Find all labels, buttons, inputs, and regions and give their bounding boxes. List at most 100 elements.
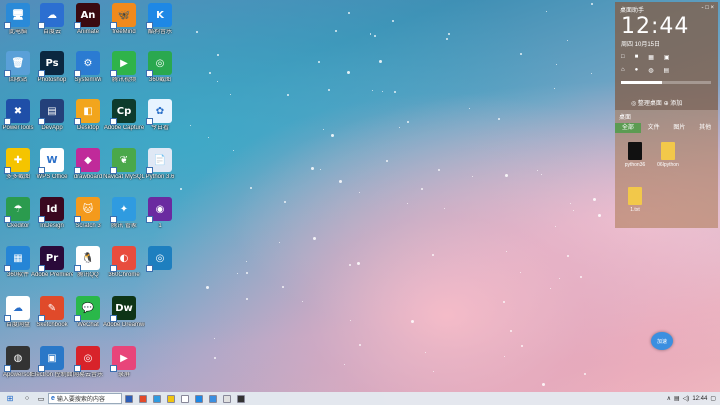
star-dot (448, 33, 451, 36)
desktop-shortcut[interactable]: Ps Photoshop (34, 51, 70, 84)
file-filter-tab[interactable]: 文件 (641, 123, 667, 133)
star-dot (378, 60, 382, 64)
star-dot (236, 272, 238, 274)
desktop-shortcut[interactable]: ◐ 360Chrome (106, 246, 142, 279)
star-dot (502, 301, 505, 304)
star-dot (569, 203, 571, 205)
task-view-icon[interactable]: ▭ (34, 392, 48, 405)
desktop-shortcut[interactable]: ⚙ SystemWi (70, 51, 106, 84)
desktop-shortcut[interactable]: ✎ Sketchbook (34, 296, 70, 329)
desktop-shortcut[interactable]: W WPS Office (34, 148, 70, 181)
desktop-shortcut[interactable]: DwAdobe Dreamweaver (103, 296, 145, 329)
desktop-shortcut[interactable]: ◎ 网易云音乐 (70, 346, 106, 379)
desktop-shortcut[interactable]: ◧ Desktop (70, 99, 106, 132)
widget-shortcut-icon[interactable]: ⌂ (621, 67, 625, 74)
windows-start-icon[interactable]: ⊞ (0, 392, 20, 405)
star-dot (519, 52, 522, 55)
desktop-shortcut-label: Python 3.6 (145, 174, 175, 180)
fence-file-item[interactable]: 1.txt (618, 187, 652, 213)
desktop-shortcut[interactable]: An Animate (70, 3, 106, 36)
system-tray: ∧ ▤ ◁) 12:44 ▢ (667, 395, 720, 403)
desktop-shortcut[interactable]: ✿ 今日看 (142, 99, 178, 132)
desktop-shortcut[interactable]: 💬 WeChat (70, 296, 106, 329)
video-camera-icon: ▶ (110, 346, 136, 372)
file-label: python36 (624, 162, 646, 168)
network-icon[interactable]: ▤ (674, 395, 680, 402)
file-filter-tabs: 全部 文件 图片 其他 (615, 123, 718, 133)
widget-shortcut-icon[interactable]: ◍ (648, 67, 653, 74)
desktop-shortcut[interactable]: ▣Electron 控制面板 (31, 346, 73, 379)
desktop-shortcut[interactable]: 🐱 Scratch 3 (70, 197, 106, 230)
widget-shortcut-icon[interactable]: ▦ (648, 54, 654, 61)
desktop-shortcut[interactable]: 📄 Python 3.6 (142, 148, 178, 181)
desktop-shortcut[interactable]: ◎ 360截图 (142, 51, 178, 84)
pinned-app-icon[interactable] (206, 392, 220, 405)
star-dot (573, 209, 575, 211)
widget-shortcut-icon[interactable]: □ (621, 54, 625, 61)
shortcut-arrow-icon (146, 167, 153, 174)
widget-shortcut-icon[interactable]: ▤ (664, 67, 670, 74)
desktop-shortcut[interactable]: ◎ (142, 246, 178, 272)
star-dot (319, 168, 321, 170)
star-dot (598, 213, 602, 217)
shortcut-arrow-icon (74, 167, 81, 174)
volume-icon[interactable]: ◁) (683, 395, 690, 402)
pinned-app-icon[interactable] (122, 392, 136, 405)
app-glyph (237, 394, 245, 403)
desktop-shortcut[interactable]: ✦ 腾讯 管家 (106, 197, 142, 230)
star-dot (471, 176, 473, 178)
widget-window-buttons[interactable]: - □ × (702, 5, 714, 11)
file-filter-tab[interactable]: 全部 (615, 123, 641, 133)
shortcut-arrow-icon (38, 22, 45, 29)
pinned-app-icon[interactable] (136, 392, 150, 405)
tray-chevron-icon[interactable]: ∧ (667, 395, 671, 402)
pinned-app-icon[interactable] (192, 392, 206, 405)
desktop-shortcut[interactable]: ❦ Navicat MySQL (103, 148, 145, 181)
star-dot (536, 169, 538, 171)
desktop-shortcut[interactable]: ◆ drawboard (70, 148, 106, 181)
shortcut-arrow-icon (4, 22, 11, 29)
desktop-shortcut[interactable]: ▶ 录屏 (106, 346, 142, 379)
notification-icon[interactable]: ▢ (710, 395, 716, 402)
system-icon: ⚙ (74, 51, 100, 77)
star-dot (504, 355, 506, 357)
desktop-shortcut[interactable]: ▤ DevApp (34, 99, 70, 132)
floating-accelerator-ball[interactable]: 加速 (651, 332, 673, 350)
star-dot (541, 382, 545, 386)
widget-shortcut-icon[interactable]: ■ (635, 54, 639, 61)
organize-desktop-button[interactable]: ◎ 整理桌面 ⊕ 添加 (631, 98, 682, 107)
chrome-icon: ◐ (110, 246, 136, 272)
adobe-capture-icon: Cp (110, 99, 136, 125)
desktop-shortcut[interactable]: Pr Adobe Premiere (31, 246, 73, 279)
desktop-icon-grid: 🖥 此电脑 ☁ 百度云 An Animate 🦋 freeMind K 酷狗音乐 🗑 回收站 Ps Pho… (0, 0, 180, 390)
desktop-shortcut[interactable]: K 酷狗音乐 (142, 3, 178, 36)
pinned-app-icon[interactable] (164, 392, 178, 405)
desktop-shortcut[interactable]: Cp Adobe Capture (104, 99, 144, 132)
shortcut-arrow-icon (38, 167, 45, 174)
desktop-shortcut[interactable]: 🦋 freeMind (106, 3, 142, 36)
cortana-icon[interactable]: ○ (20, 392, 34, 405)
pinned-app-icon[interactable] (150, 392, 164, 405)
widget-shortcut-icon[interactable]: ▣ (664, 54, 670, 61)
fence-file-item[interactable]: python36 (618, 142, 652, 168)
star-dot (521, 345, 524, 348)
search-input[interactable]: e 输入要搜索的内容 (48, 393, 122, 404)
file-filter-tab[interactable]: 图片 (667, 123, 693, 133)
star-dot (338, 179, 342, 183)
desktop-shortcut[interactable]: ▶ 腾讯视频 (106, 51, 142, 84)
tray-clock[interactable]: 12:44 (692, 396, 707, 402)
desktop-shortcut[interactable]: 🐧 腾讯QQ (70, 246, 106, 279)
fence-file-item[interactable]: 06lpython (651, 142, 685, 168)
pinned-app-icon[interactable] (234, 392, 248, 405)
desktop-shortcut[interactable]: Id InDesign (34, 197, 70, 230)
desktop-shortcut[interactable]: ◉ 1 (142, 197, 178, 230)
shortcut-arrow-icon (146, 118, 153, 125)
star-dot (468, 108, 470, 110)
widget-shortcut-icon[interactable]: ● (635, 67, 639, 74)
shortcut-arrow-icon (146, 265, 153, 272)
desktop-shortcut[interactable]: ☁ 百度云 (34, 3, 70, 36)
pinned-app-icon[interactable] (178, 392, 192, 405)
file-filter-tab[interactable]: 其他 (692, 123, 718, 133)
pinned-app-icon[interactable] (220, 392, 234, 405)
app-glyph (167, 394, 175, 403)
